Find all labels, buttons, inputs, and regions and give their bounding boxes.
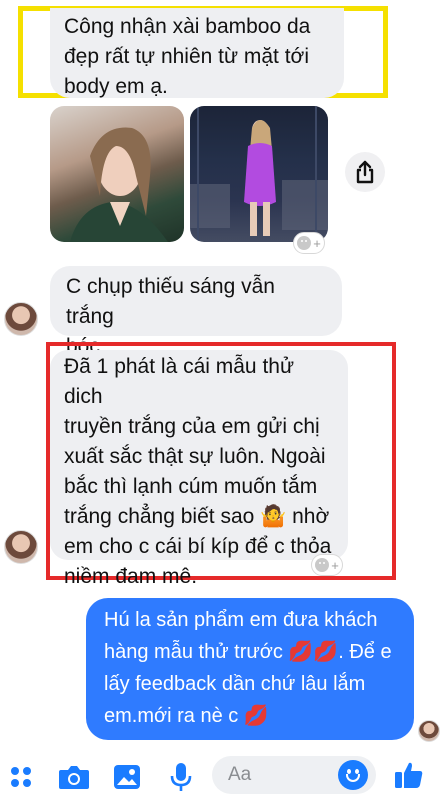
grid-dots-icon <box>11 767 31 787</box>
share-button[interactable] <box>345 152 385 192</box>
thumbs-up-icon <box>395 762 423 788</box>
message-bubble-1[interactable]: Công nhận xài bamboo da đẹp rất tự nhiên… <box>50 8 344 98</box>
photo-dress-illustration <box>190 106 328 242</box>
photo-purple-dress[interactable] <box>190 106 328 242</box>
emoji-button[interactable] <box>338 760 368 790</box>
message-text-line: em cho c cái bí kíp để c thỏa <box>64 535 332 558</box>
message-text-line: Đã 1 phát là cái mẫu thử dich <box>64 355 295 408</box>
camera-button[interactable] <box>56 760 92 794</box>
smiley-icon <box>297 236 312 250</box>
add-reaction-button[interactable]: + <box>311 554 343 576</box>
seen-avatar <box>418 720 440 742</box>
photo-selfie-illustration <box>70 127 168 242</box>
image-icon <box>114 765 140 789</box>
message-text-line: đẹp rất tự nhiên từ mặt tới <box>64 45 309 68</box>
message-text-line: truyền trắng của em gửi chị <box>64 415 320 438</box>
message-text-line: lấy feedback dần chứ lâu lắm <box>104 673 366 695</box>
message-text-line: Hú la sản phẩm em đưa khách <box>104 609 378 631</box>
camera-icon <box>59 766 89 789</box>
message-bubble-3[interactable]: Đã 1 phát là cái mẫu thử dich truyền trắ… <box>50 350 348 588</box>
smiley-icon <box>315 558 330 572</box>
like-button[interactable] <box>392 758 426 792</box>
message-text-line: hàng mẫu thử trước 💋💋. Để e <box>104 641 392 663</box>
apps-button[interactable] <box>6 762 36 792</box>
microphone-button[interactable] <box>166 760 196 794</box>
emoji-mouth <box>346 774 360 782</box>
add-reaction-button[interactable]: + <box>293 232 325 254</box>
microphone-icon <box>170 763 192 791</box>
message-text-line: trắng chẳng biết sao 🤷 nhờ <box>64 505 330 528</box>
message-text-line: xuất sắc thật sự luôn. Ngoài <box>64 445 326 468</box>
message-text-line: niềm đam mê. <box>64 565 198 588</box>
plus-icon: + <box>331 557 339 573</box>
message-text-line: body em ạ. <box>64 75 168 98</box>
message-text-line: bắc thì lạnh cúm muốn tắm <box>64 475 318 498</box>
message-input[interactable] <box>228 762 328 788</box>
message-text-line: C chụp thiếu sáng vẫn trắng <box>66 275 275 328</box>
plus-icon: + <box>313 235 321 251</box>
message-text-line: Công nhận xài bamboo da <box>64 15 311 38</box>
gallery-button[interactable] <box>110 760 144 794</box>
message-bubble-4[interactable]: Hú la sản phẩm em đưa khách hàng mẫu thử… <box>86 598 414 740</box>
avatar[interactable] <box>4 530 38 564</box>
share-icon <box>356 160 374 184</box>
photo-selfie-green-shirt[interactable] <box>50 106 184 242</box>
message-bubble-2[interactable]: C chụp thiếu sáng vẫn trắng bóc. <box>50 266 342 358</box>
message-text-line: em.mới ra nè c 💋 <box>104 705 269 727</box>
avatar[interactable] <box>4 302 38 336</box>
